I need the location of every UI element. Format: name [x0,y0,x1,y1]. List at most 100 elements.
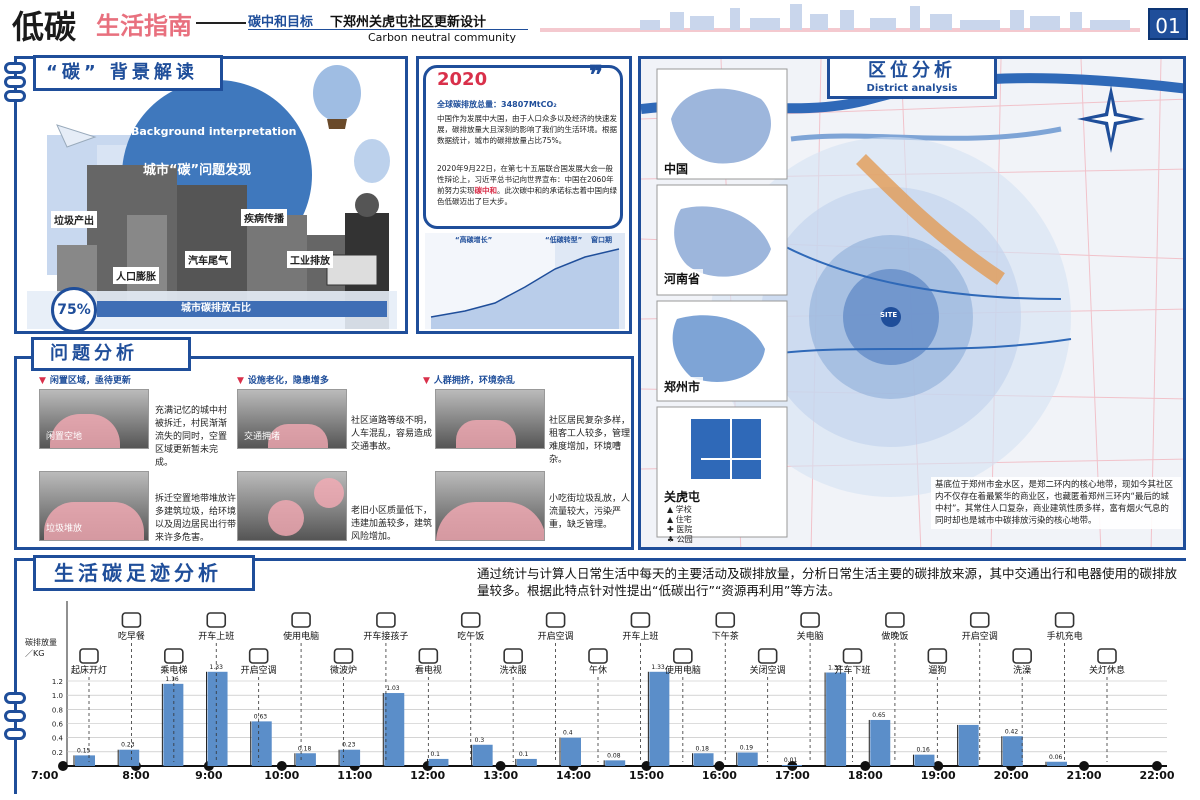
title-pink: 生活指南 [96,11,192,40]
time-label: 18:00 [848,769,883,782]
chart-tag-high: “高碳增长” [455,236,493,244]
bar-value-label: 0.1 [519,751,529,758]
problem-discover-label: 城市“碳”问题发现 [143,163,252,178]
district-description: 基底位于郑州市金水区，是郑二环内的核心地带，现如今其社区内不仅存在着最繁华的商业… [931,477,1181,529]
percent-circle: 75% [51,287,97,333]
map-label-zhengzhou: 郑州市 [661,377,704,396]
photo-idle-land: 闲置空地 [39,389,149,449]
bar [251,721,272,766]
time-label: 12:00 [410,769,445,782]
bar-value-label: 1.33 [651,664,665,671]
label-disease: 疾病传播 [241,209,287,226]
computer-icon [673,648,693,664]
shower-icon [1012,648,1032,664]
info-total: 全球碳排放总量：34807MtCO₂ [437,100,557,109]
elevator-icon [164,648,184,664]
activity-label: 开车下班 [834,664,870,676]
district-panel: 区位分析 District analysis 中国 河南省 郑州市 关虎屯 ▲ … [638,56,1186,550]
subtitle-rule [248,29,528,30]
bar-value-label: 0.06 [1049,754,1063,761]
activity-label: 下午茶 [712,630,739,642]
info-panel: 2020 ❞ 全球碳排放总量：34807MtCO₂ 中国作为发展中大国，由于人口… [416,56,632,334]
bar-value-label: 0.18 [298,745,312,752]
bar-value-label: 0.19 [740,745,754,752]
activity-label: 微波炉 [330,664,357,676]
photo-traffic: 交通拥堵 [237,389,347,449]
computer-icon [800,612,820,628]
bar [781,765,802,766]
bar [75,755,95,766]
poster: 低碳 生活指南 碳中和目标 下郑州关虎屯社区更新设计 Carbon neutra… [0,0,1200,800]
emission-trend-graphic [425,233,625,329]
bar-value-label: 0.23 [342,742,356,749]
activity-label: 开启空调 [962,630,998,642]
tree-icon: ♣ [667,535,677,544]
photo-snack-street [435,471,545,541]
problem-text-6: 小吃街垃圾乱放，人流量较大，污染严重，缺乏管理。 [549,494,631,530]
skyline-decoration [540,4,1140,32]
bar [561,737,581,766]
bar [826,672,847,766]
activity-label: 开启空调 [241,664,277,676]
activity-label: 乘电梯 [160,664,187,676]
district-en: District analysis [866,83,958,94]
category-crowd: ▼ 人群拥挤，环境杂乱 [423,376,515,386]
air-conditioner-icon [545,612,566,628]
activity-label: 关电脑 [797,630,824,642]
activity-label: 手机充电 [1047,630,1083,642]
bar-value-label: 0.4 [563,730,573,737]
bar [163,683,184,766]
subtitle-en: Carbon neutral community [368,31,516,44]
bar [605,760,626,766]
district-title: 区位分析 [868,60,956,81]
photo-garbage: 垃圾堆放 [39,471,149,541]
house-icon: ▲ [667,515,676,524]
photo-old-building [237,471,347,541]
bar [1002,736,1023,766]
bar-value-label: 0.01 [784,757,798,764]
activity-label: 开车上班 [622,630,658,642]
bar [737,752,758,766]
problem-title: 问题分析 [50,343,138,364]
bar [207,671,228,766]
binder-ring-3 [4,90,26,102]
map-label-henan: 河南省 [661,269,704,288]
bar-value-label: 0.08 [607,752,621,759]
map-legend: ▲ 学校 ▲ 住宅 ✚ 医院 ♣ 公园 [667,505,693,545]
hospital-icon: ✚ [667,525,677,534]
problem-text-4: 拆迁空置地带堆放许多建筑垃圾，给环境以及周边居民出行带来许多危害。 [155,494,237,543]
time-label: 10:00 [264,769,299,782]
activity-label: 吃早餐 [118,630,145,642]
school-icon: ▲ [667,505,676,514]
activity-label: 使用电脑 [665,664,701,676]
problem-title-box: 问题分析 [31,337,191,371]
chart-tag-low: “低碳转型” [545,236,583,244]
info-year: 2020 [437,69,488,90]
air-conditioner-icon [757,648,778,664]
bar [914,754,935,766]
binder-ring-2 [4,76,26,88]
subtitle-a: 碳中和目标 [248,15,314,30]
activity-label: 洗澡 [1013,664,1031,676]
y-tick-label: 0.6 [52,721,64,729]
lightbulb-icon [1097,648,1117,664]
activity-label: 起床开灯 [71,664,107,676]
label-exhaust: 汽车尾气 [185,251,231,268]
subtitle-b: 下郑州关虎屯社区更新设计 [330,15,487,30]
time-label: 16:00 [702,769,737,782]
category-facility: ▼ 设施老化，隐患增多 [237,376,329,386]
time-label: 14:00 [556,769,591,782]
bar [516,758,537,766]
carbon-footprint-chart: 00.20.40.60.81.01.27:008:009:0010:0011:0… [31,601,1175,782]
background-title-box: “碳” 背景解读 [33,55,223,91]
title-black: 低碳 [12,8,77,46]
bar [693,753,714,766]
time-label: 9:00 [195,769,223,782]
map-label-china: 中国 [661,159,692,178]
palette-icon [121,612,142,628]
y-tick-label: 0.4 [52,735,64,743]
activity-label: 开车上班 [198,630,234,642]
y-tick-label: 1.0 [52,692,63,700]
lightbulb-icon [79,648,99,664]
bar [1047,761,1067,766]
